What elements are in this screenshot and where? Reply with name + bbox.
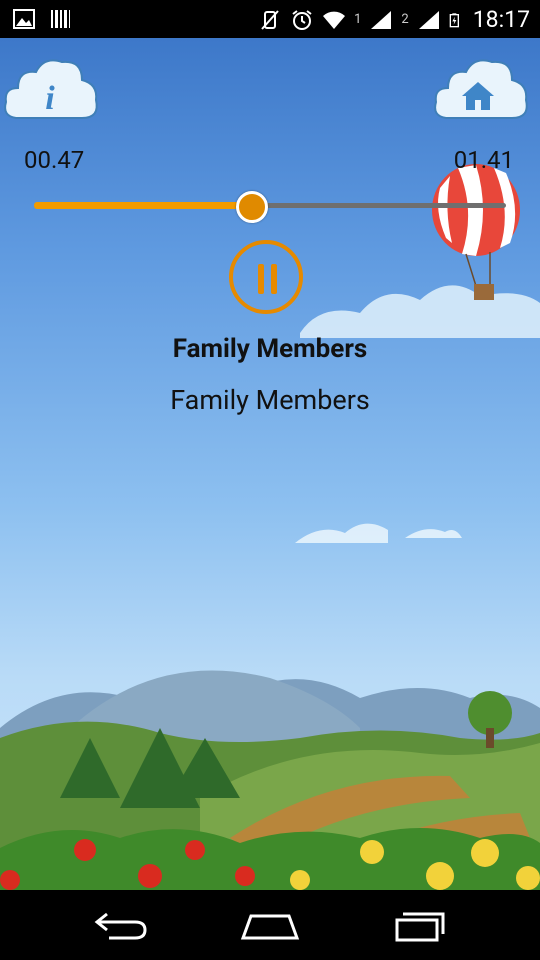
pause-icon	[258, 264, 264, 294]
battery-icon	[449, 12, 459, 27]
home-icon	[434, 59, 528, 119]
recents-button[interactable]	[385, 902, 455, 948]
navigation-bar	[0, 890, 540, 960]
home-outline-icon	[240, 914, 300, 940]
barcode-icon	[51, 10, 70, 28]
seek-bar[interactable]	[34, 191, 506, 223]
total-time: 01.41	[453, 146, 514, 174]
track-subtitle: Family Members	[170, 384, 370, 416]
vibrate-icon	[261, 9, 279, 30]
status-time: 18:17	[472, 6, 530, 33]
pause-icon	[271, 264, 277, 294]
wifi-icon	[323, 11, 346, 29]
seek-thumb[interactable]	[236, 191, 269, 223]
nav-home-button[interactable]	[235, 902, 305, 948]
player-screen: i 00.47 01.41 Family Members Family Memb…	[0, 38, 540, 890]
pause-button[interactable]	[229, 240, 303, 314]
seek-progress-fill	[34, 202, 252, 209]
image-icon	[13, 9, 35, 29]
sim1-label: 1	[354, 12, 362, 27]
sim2-label: 2	[401, 12, 409, 27]
home-button[interactable]	[432, 52, 532, 132]
recents-icon	[395, 912, 445, 942]
svg-text:i: i	[45, 80, 55, 117]
info-icon: i	[4, 59, 98, 119]
back-button[interactable]	[85, 902, 155, 948]
track-title: Family Members	[172, 334, 368, 364]
signal-icon	[371, 10, 392, 29]
status-bar: 1 2 18:17	[0, 0, 540, 38]
balloon-illustration	[432, 164, 520, 300]
signal-icon	[418, 10, 439, 29]
elapsed-time: 00.47	[24, 146, 85, 174]
status-right-icons: 1 2 18:17	[258, 6, 530, 33]
back-icon	[94, 912, 147, 940]
alarm-icon	[292, 9, 312, 30]
status-left-icons	[12, 8, 72, 30]
info-button[interactable]: i	[2, 52, 102, 132]
